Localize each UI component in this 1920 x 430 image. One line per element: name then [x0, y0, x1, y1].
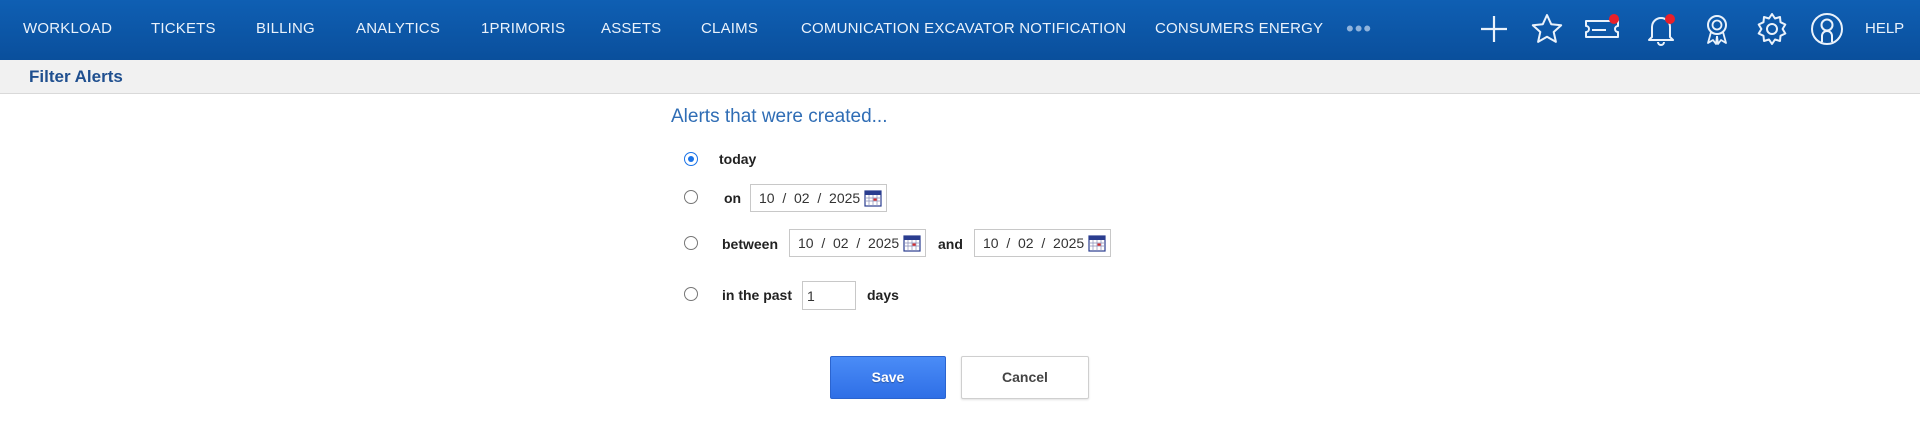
help-link[interactable]: HELP [1865, 0, 1904, 58]
gear-icon[interactable] [1754, 11, 1790, 47]
section-heading: Alerts that were created... [671, 106, 888, 127]
nav-item-workload[interactable]: WORKLOAD [23, 0, 112, 58]
ticket-notification-badge [1609, 14, 1619, 24]
save-button[interactable]: Save [830, 356, 946, 399]
between-start-date-field[interactable]: 10 / 02 / 2025 [789, 229, 926, 257]
between-start-date-value: 10 / 02 / 2025 [798, 235, 900, 251]
label-days: days [867, 287, 899, 303]
label-on: on [724, 190, 742, 206]
on-date-value: 10 / 02 / 2025 [759, 190, 861, 206]
on-date-field[interactable]: 10 / 02 / 2025 [750, 184, 887, 212]
calendar-icon[interactable] [864, 189, 882, 207]
cancel-button[interactable]: Cancel [961, 356, 1089, 399]
calendar-icon[interactable] [1088, 234, 1106, 252]
page-header: Filter Alerts [0, 60, 1920, 94]
calendar-icon[interactable] [903, 234, 921, 252]
label-and: and [938, 236, 963, 252]
radio-on[interactable] [684, 190, 698, 204]
label-in-the-past: in the past [722, 287, 793, 303]
more-menu-button[interactable]: ••• [1346, 0, 1372, 58]
between-end-date-value: 10 / 02 / 2025 [983, 235, 1085, 251]
nav-item-comunication-excavator-notification[interactable]: COMUNICATION EXCAVATOR NOTIFICATION [801, 0, 1126, 58]
plus-icon[interactable] [1476, 11, 1512, 47]
radio-between[interactable] [684, 236, 698, 250]
radio-today[interactable] [684, 152, 698, 166]
days-input[interactable] [802, 281, 856, 310]
top-navigation-bar: WORKLOAD TICKETS BILLING ANALYTICS 1PRIM… [0, 0, 1920, 60]
nav-item-1primoris[interactable]: 1PRIMORIS [481, 0, 565, 58]
nav-item-analytics[interactable]: ANALYTICS [356, 0, 440, 58]
nav-item-assets[interactable]: ASSETS [601, 0, 661, 58]
label-today: today [719, 151, 757, 167]
nav-item-claims[interactable]: CLAIMS [701, 0, 758, 58]
nav-item-billing[interactable]: BILLING [256, 0, 315, 58]
nav-item-tickets[interactable]: TICKETS [151, 0, 216, 58]
label-between: between [722, 236, 779, 252]
radio-in-the-past[interactable] [684, 287, 698, 301]
bell-notification-badge [1665, 14, 1675, 24]
award-icon[interactable] [1699, 11, 1735, 47]
user-icon[interactable] [1809, 11, 1845, 47]
page-title: Filter Alerts [29, 67, 123, 86]
nav-item-consumers-energy[interactable]: CONSUMERS ENERGY [1155, 0, 1323, 58]
star-icon[interactable] [1529, 11, 1565, 47]
between-end-date-field[interactable]: 10 / 02 / 2025 [974, 229, 1111, 257]
